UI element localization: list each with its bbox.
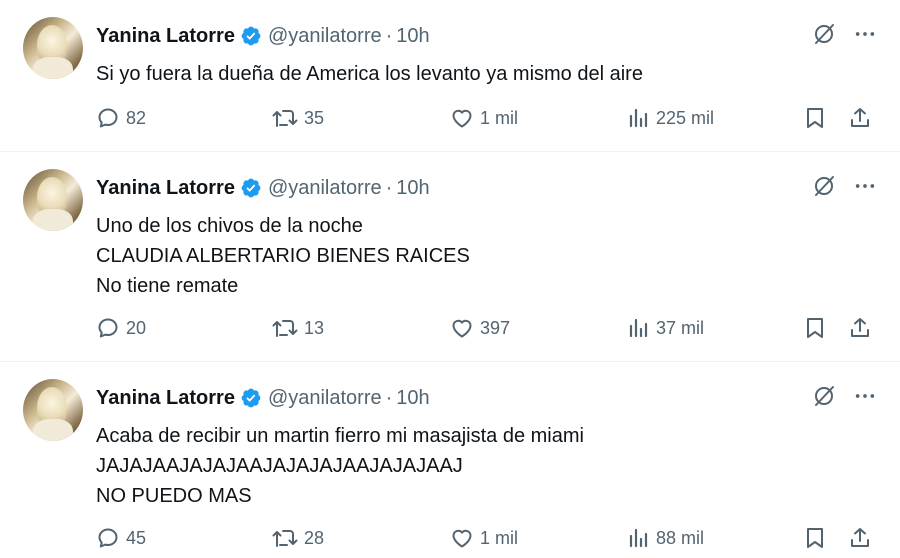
author-handle[interactable]: @yanilatorre — [268, 177, 382, 200]
grok-icon[interactable] — [812, 22, 836, 46]
more-options-icon[interactable] — [854, 23, 876, 45]
tweet[interactable]: Yanina Latorre @yanilatorre · 10h Uno de… — [0, 152, 900, 362]
bookmark-button[interactable] — [804, 104, 826, 132]
verified-badge-icon — [240, 25, 262, 47]
verified-badge-icon — [240, 177, 262, 199]
more-options-icon[interactable] — [854, 175, 876, 197]
reply-count: 20 — [126, 317, 147, 338]
views-button[interactable]: 225 mil — [628, 104, 714, 132]
like-count: 1 mil — [480, 527, 519, 548]
retweet-button[interactable]: 28 — [272, 524, 324, 552]
avatar[interactable] — [23, 379, 83, 441]
tweet-actions: 45 28 1 mil 88 mil — [96, 524, 876, 552]
heart-icon — [452, 529, 472, 548]
views-count: 88 mil — [656, 527, 705, 548]
like-button[interactable]: 1 mil — [450, 524, 518, 552]
author-name[interactable]: Yanina Latorre — [96, 177, 235, 200]
retweet-count: 13 — [304, 317, 325, 338]
verified-badge-icon — [240, 387, 262, 409]
bookmark-icon — [807, 108, 823, 128]
like-button[interactable]: 1 mil — [450, 104, 518, 132]
tweet-text-line: Uno de los chivos de la noche — [96, 215, 363, 237]
retweet-count: 35 — [304, 107, 325, 128]
reply-button[interactable]: 82 — [96, 104, 146, 132]
retweet-icon — [272, 530, 298, 547]
heart-icon — [452, 319, 472, 338]
like-count: 397 — [480, 317, 511, 338]
timeline-feed: Yanina Latorre @yanilatorre · 10h Si yo … — [0, 0, 900, 558]
reply-count: 45 — [126, 527, 147, 548]
views-button[interactable]: 88 mil — [628, 524, 704, 552]
tweet-header: Yanina Latorre @yanilatorre · 10h — [96, 385, 430, 411]
bookmark-button[interactable] — [804, 524, 826, 552]
tweet-text: Uno de los chivos de la noche CLAUDIA AL… — [96, 211, 470, 301]
reply-button[interactable]: 45 — [96, 524, 146, 552]
tweet-top-actions — [812, 174, 876, 198]
views-count: 37 mil — [656, 317, 705, 338]
tweet-text-line: Si yo fuera la dueña de America los leva… — [96, 63, 643, 85]
grok-icon[interactable] — [812, 384, 836, 408]
retweet-icon — [272, 110, 298, 127]
tweet-top-actions — [812, 22, 876, 46]
tweet-header: Yanina Latorre @yanilatorre · 10h — [96, 175, 430, 201]
views-button[interactable]: 37 mil — [628, 314, 704, 342]
tweet-text-line: NO PUEDO MAS — [96, 485, 252, 507]
tweet-top-actions — [812, 384, 876, 408]
tweet-text: Si yo fuera la dueña de America los leva… — [96, 59, 643, 89]
author-name[interactable]: Yanina Latorre — [96, 25, 235, 48]
tweet-text-line: CLAUDIA ALBERTARIO BIENES RAICES — [96, 245, 470, 267]
bookmark-icon — [807, 318, 823, 338]
tweet[interactable]: Yanina Latorre @yanilatorre · 10h Si yo … — [0, 0, 900, 152]
tweet-text: Acaba de recibir un martin fierro mi mas… — [96, 421, 584, 511]
share-button[interactable] — [848, 314, 872, 342]
views-icon — [629, 108, 648, 128]
reply-button[interactable]: 20 — [96, 314, 146, 342]
share-button[interactable] — [848, 524, 872, 552]
retweet-button[interactable]: 13 — [272, 314, 324, 342]
views-icon — [629, 318, 648, 338]
like-button[interactable]: 397 — [450, 314, 510, 342]
avatar[interactable] — [23, 17, 83, 79]
share-button[interactable] — [848, 104, 872, 132]
author-handle[interactable]: @yanilatorre — [268, 25, 382, 48]
heart-icon — [452, 109, 472, 128]
more-options-icon[interactable] — [854, 385, 876, 407]
grok-icon[interactable] — [812, 174, 836, 198]
timestamp[interactable]: 10h — [396, 387, 429, 410]
tweet-header: Yanina Latorre @yanilatorre · 10h — [96, 23, 430, 49]
share-icon — [851, 318, 869, 337]
tweet-text-line: JAJAJAAJAJAJAAJAJAJAJAAJAJAJAAJ — [96, 455, 463, 477]
reply-icon — [98, 318, 118, 338]
retweet-icon — [272, 320, 298, 337]
tweet-actions: 82 35 1 mil 225 mil — [96, 104, 876, 132]
like-count: 1 mil — [480, 107, 519, 128]
reply-icon — [98, 108, 118, 128]
bookmark-icon — [807, 528, 823, 548]
bookmark-button[interactable] — [804, 314, 826, 342]
timestamp[interactable]: 10h — [396, 177, 429, 200]
avatar[interactable] — [23, 169, 83, 231]
retweet-button[interactable]: 35 — [272, 104, 324, 132]
retweet-count: 28 — [304, 527, 325, 548]
separator-dot: · — [385, 176, 393, 199]
share-icon — [851, 528, 869, 547]
views-count: 225 mil — [656, 107, 715, 128]
views-icon — [629, 528, 648, 548]
separator-dot: · — [385, 386, 393, 409]
tweet-text-line: Acaba de recibir un martin fierro mi mas… — [96, 425, 584, 447]
tweet-actions: 20 13 397 37 mil — [96, 314, 876, 342]
tweet-text-line: No tiene remate — [96, 275, 239, 297]
tweet[interactable]: Yanina Latorre @yanilatorre · 10h Acaba … — [0, 362, 900, 558]
reply-count: 82 — [126, 107, 147, 128]
author-name[interactable]: Yanina Latorre — [96, 387, 235, 410]
share-icon — [851, 108, 869, 127]
separator-dot: · — [385, 24, 393, 47]
timestamp[interactable]: 10h — [396, 25, 429, 48]
reply-icon — [98, 528, 118, 548]
author-handle[interactable]: @yanilatorre — [268, 387, 382, 410]
